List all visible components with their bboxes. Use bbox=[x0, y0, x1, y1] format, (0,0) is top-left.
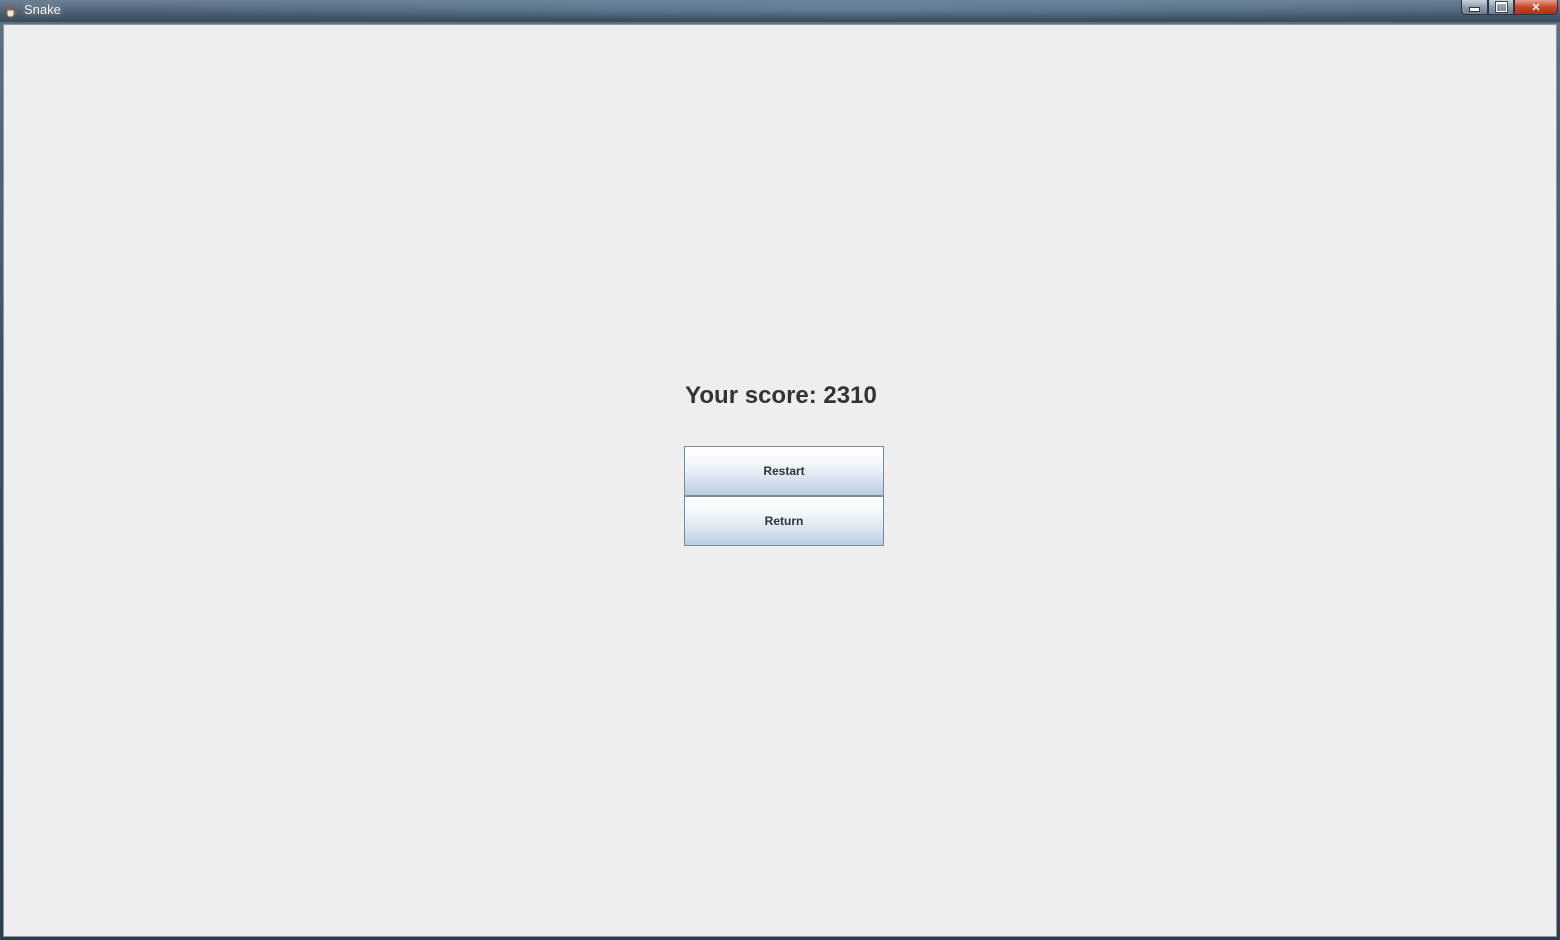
return-button[interactable]: Return bbox=[684, 496, 884, 546]
window-controls: ✕ bbox=[1461, 0, 1558, 16]
restart-button[interactable]: Restart bbox=[684, 446, 884, 496]
minimize-icon bbox=[1469, 7, 1480, 12]
close-button[interactable]: ✕ bbox=[1514, 0, 1558, 15]
title-bar[interactable]: Snake ✕ bbox=[0, 0, 1560, 22]
score-label: Your score: 2310 bbox=[685, 382, 877, 409]
game-over-panel: Your score: 2310 Restart Return bbox=[3, 24, 1557, 937]
app-window: Snake ✕ Your score: 2310 Restart Return bbox=[0, 0, 1560, 940]
close-icon: ✕ bbox=[1531, 1, 1541, 14]
minimize-button[interactable] bbox=[1461, 0, 1488, 15]
window-title: Snake bbox=[24, 2, 61, 17]
maximize-button[interactable] bbox=[1488, 0, 1514, 15]
maximize-icon bbox=[1494, 1, 1508, 13]
java-cup-icon bbox=[6, 3, 17, 18]
